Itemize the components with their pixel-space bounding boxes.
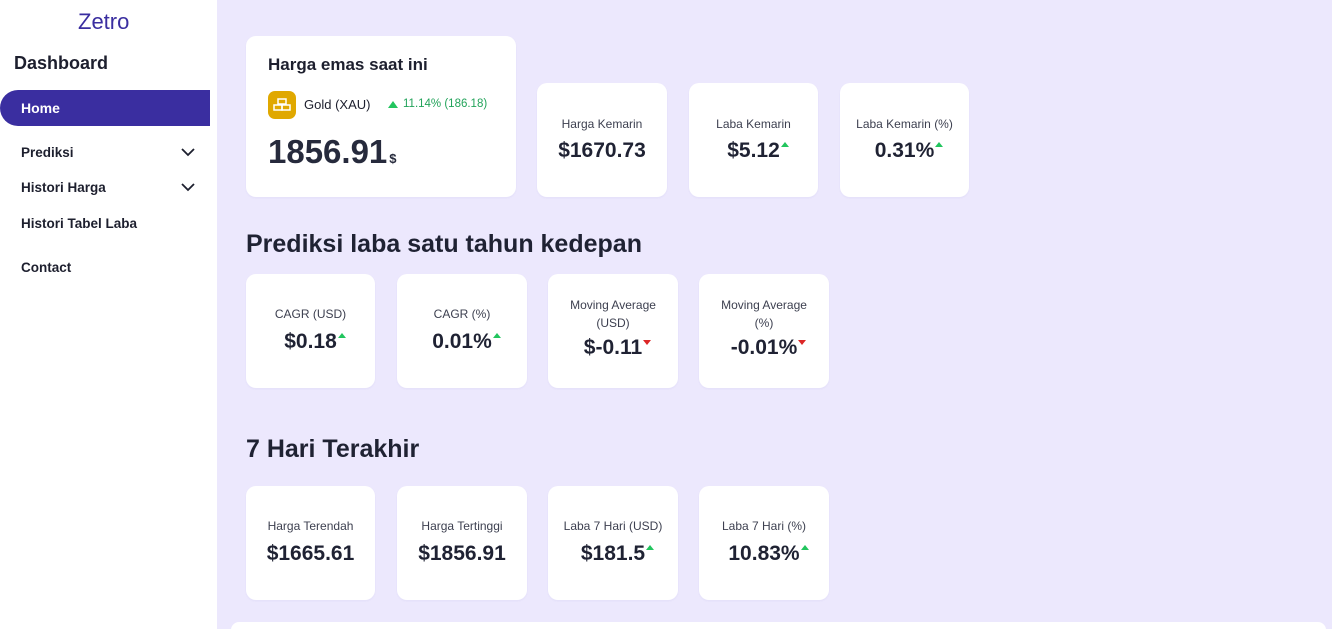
trend-up-icon xyxy=(780,142,789,147)
stat-value: $181.5 xyxy=(580,542,655,566)
stat-value-text: -0.01% xyxy=(730,336,798,359)
sidebar-item-histori-tabel-laba[interactable]: Histori Tabel Laba xyxy=(21,212,196,234)
stat-label: Laba Kemarin xyxy=(716,117,791,131)
price-change: 11.14% (186.18) xyxy=(388,98,487,110)
stat-value-text: 0.31% xyxy=(874,139,935,162)
stat-value: $1665.61 xyxy=(267,542,355,566)
stat-value: 0.31% xyxy=(874,139,944,163)
sidebar-section-title: Dashboard xyxy=(14,53,109,73)
stat-value-text: 10.83% xyxy=(728,542,800,565)
current-price: 1856.91 $ xyxy=(268,133,397,171)
trend-up-icon xyxy=(337,333,346,338)
stat-value: $1670.73 xyxy=(558,139,646,163)
current-price-title: Harga emas saat ini xyxy=(268,55,428,74)
sidebar-item-label: Histori Harga xyxy=(21,179,106,195)
stat-value-text: $181.5 xyxy=(580,542,646,565)
stat-value-text: $1856.91 xyxy=(418,542,506,565)
sidebar-item-home[interactable]: Home xyxy=(0,90,210,126)
brand-logo[interactable]: Zetro xyxy=(78,9,129,35)
trend-down-icon xyxy=(643,340,652,345)
prediction-heading: Prediksi laba satu tahun kedepan xyxy=(246,230,642,258)
trend-up-icon xyxy=(492,333,501,338)
stat-value-text: $1665.61 xyxy=(266,542,355,565)
stat-label: Moving Average (%) xyxy=(721,298,807,330)
stat-label: Harga Tertinggi xyxy=(421,519,503,533)
stat-value-text: $0.18 xyxy=(284,330,337,353)
asset-name: Gold (XAU) xyxy=(304,97,371,112)
sidebar-item-label: Prediksi xyxy=(21,144,74,160)
stat-value-text: 0.01% xyxy=(432,330,492,353)
stat-card-laba-kemarin-pct: Laba Kemarin (%) 0.31% xyxy=(840,83,969,197)
trend-up-icon xyxy=(935,142,944,147)
stat-value: -0.01% xyxy=(730,336,807,360)
stat-label: Laba 7 Hari (USD) xyxy=(563,519,663,533)
stat-value-text: $-0.11 xyxy=(583,336,643,359)
stat-card-moving-average-usd: Moving Average (USD) $-0.11 xyxy=(548,274,678,388)
stat-card-laba-7-hari-pct: Laba 7 Hari (%) 10.83% xyxy=(699,486,829,600)
trend-up-icon xyxy=(646,545,655,550)
currency-unit: $ xyxy=(389,151,397,166)
stat-card-cagr-pct: CAGR (%) 0.01% xyxy=(397,274,527,388)
stat-label: CAGR (%) xyxy=(433,307,491,321)
current-price-value: 1856.91 xyxy=(268,133,388,170)
sidebar-item-prediksi[interactable]: Prediksi xyxy=(21,141,196,163)
stat-value-text: $1670.73 xyxy=(558,139,646,162)
stat-card-cagr-usd: CAGR (USD) $0.18 xyxy=(246,274,375,388)
sidebar: Zetro Dashboard Home Prediksi Histori Ha… xyxy=(0,0,217,629)
stat-label: Harga Kemarin xyxy=(561,117,643,131)
sidebar-item-label: Contact xyxy=(21,259,72,275)
stat-value: 10.83% xyxy=(728,542,809,566)
trend-up-icon xyxy=(388,100,398,108)
chevron-down-icon[interactable] xyxy=(180,144,196,160)
bottom-panel xyxy=(231,622,1326,629)
stat-value: $1856.91 xyxy=(418,542,506,566)
stat-value: 0.01% xyxy=(432,330,501,354)
last7-heading: 7 Hari Terakhir xyxy=(246,435,420,463)
gold-bars-icon xyxy=(268,91,296,119)
stat-value: $-0.11 xyxy=(583,336,652,360)
current-price-card: Harga emas saat ini Gold (XAU) 11.14% (1… xyxy=(246,36,516,197)
stat-card-harga-terendah: Harga Terendah $1665.61 xyxy=(246,486,375,600)
stat-label: Harga Terendah xyxy=(267,519,354,533)
stat-card-harga-tertinggi: Harga Tertinggi $1856.91 xyxy=(397,486,527,600)
stat-card-laba-7-hari-usd: Laba 7 Hari (USD) $181.5 xyxy=(548,486,678,600)
stat-label: Moving Average (USD) xyxy=(570,298,656,330)
sidebar-item-contact[interactable]: Contact xyxy=(21,256,196,278)
stat-label: CAGR (USD) xyxy=(274,307,347,321)
stat-card-harga-kemarin: Harga Kemarin $1670.73 xyxy=(537,83,667,197)
price-change-text: 11.14% (186.18) xyxy=(403,98,488,110)
stat-value-text: $5.12 xyxy=(727,139,780,162)
sidebar-item-histori-harga[interactable]: Histori Harga xyxy=(21,176,196,198)
stat-value: $5.12 xyxy=(727,139,789,163)
trend-up-icon xyxy=(800,545,809,550)
stat-card-laba-kemarin: Laba Kemarin $5.12 xyxy=(689,83,818,197)
sidebar-item-label: Histori Tabel Laba xyxy=(21,215,138,231)
stat-label: Laba 7 Hari (%) xyxy=(721,519,807,533)
trend-down-icon xyxy=(798,340,807,345)
chevron-down-icon[interactable] xyxy=(180,179,196,195)
stat-value: $0.18 xyxy=(284,330,346,354)
stat-label: Laba Kemarin (%) xyxy=(856,117,953,131)
stat-card-moving-average-pct: Moving Average (%) -0.01% xyxy=(699,274,829,388)
